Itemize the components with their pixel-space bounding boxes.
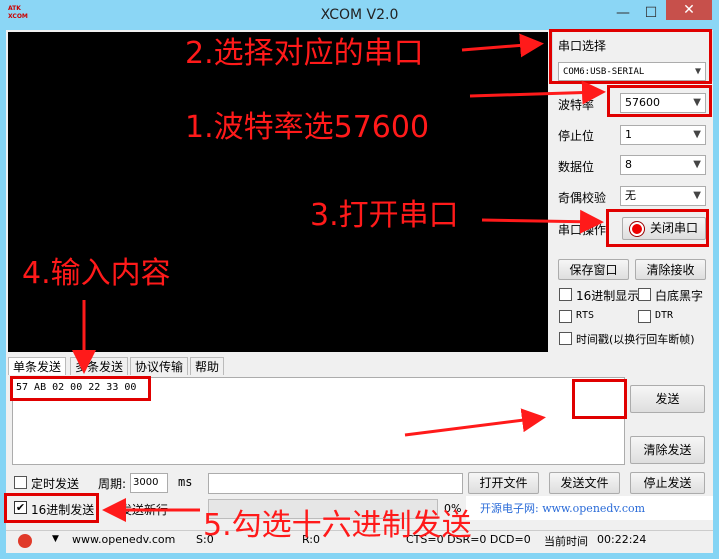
port-operation-label: 串口操作 <box>558 223 607 237</box>
chevron-down-icon: ▼ <box>693 190 701 201</box>
hex-display-label: 16进制显示 <box>576 289 640 303</box>
white-black-checkbox[interactable] <box>638 288 651 301</box>
status-time: 00:22:24 <box>597 533 647 546</box>
save-window-button[interactable]: 保存窗口 <box>558 259 629 280</box>
receive-area[interactable] <box>8 32 548 352</box>
chevron-down-icon: ▼ <box>693 159 701 170</box>
baud-label: 波特率 <box>558 98 595 112</box>
stop-send-button[interactable]: 停止发送 <box>630 472 705 494</box>
chevron-down-icon: ▼ <box>693 129 701 140</box>
annotation-step-4: 4.输入内容 <box>22 256 171 291</box>
dtr-checkbox[interactable] <box>638 310 651 323</box>
stop-bits-select[interactable]: 1 ▼ <box>620 125 706 145</box>
timestamp-label: 时间戳(以换行回车断帧) <box>576 333 695 346</box>
clear-receive-button[interactable]: 清除接收 <box>635 259 706 280</box>
tab-single-send[interactable]: 单条发送 <box>8 357 67 375</box>
highlight-port <box>549 29 712 84</box>
timed-send-label: 定时发送 <box>31 477 80 491</box>
white-black-label: 白底黑字 <box>655 289 704 303</box>
dropdown-icon[interactable]: ▼ <box>52 534 59 544</box>
open-file-button[interactable]: 打开文件 <box>468 472 539 494</box>
minimize-button[interactable]: — <box>612 4 634 22</box>
annotation-step-2: 2.选择对应的串口 <box>185 36 424 71</box>
highlight-send-content <box>10 376 151 401</box>
status-time-label: 当前时间 <box>544 535 588 548</box>
highlight-open-port <box>606 209 709 247</box>
site-banner[interactable]: 开源电子网: www.openedv.com <box>480 500 645 516</box>
parity-select[interactable]: 无 ▼ <box>620 186 706 206</box>
settings-icon[interactable] <box>18 534 32 548</box>
clear-send-button[interactable]: 清除发送 <box>630 436 705 464</box>
data-bits-select[interactable]: 8 ▼ <box>620 155 706 175</box>
highlight-baud <box>607 85 712 117</box>
parity-label: 奇偶校验 <box>558 191 607 205</box>
period-input[interactable]: 3000 <box>130 473 168 493</box>
tab-protocol[interactable]: 协议传输 <box>130 357 189 375</box>
send-file-button[interactable]: 发送文件 <box>549 472 620 494</box>
status-url[interactable]: www.openedv.com <box>72 533 175 546</box>
newline-label: 发送新行 <box>120 503 169 517</box>
tab-help[interactable]: 帮助 <box>190 357 225 375</box>
rts-label: RTS <box>576 310 595 321</box>
timestamp-checkbox[interactable] <box>559 332 572 345</box>
rts-checkbox[interactable] <box>559 310 572 323</box>
highlight-hex-send <box>4 493 99 523</box>
file-path-input[interactable] <box>208 473 463 494</box>
send-button[interactable]: 发送 <box>630 385 705 413</box>
timed-send-checkbox[interactable] <box>14 476 27 489</box>
maximize-button[interactable]: ☐ <box>640 4 662 22</box>
stop-bits-label: 停止位 <box>558 129 595 143</box>
close-button[interactable]: ✕ <box>666 0 712 20</box>
highlight-send-button <box>572 379 627 419</box>
annotation-step-1: 1.波特率选57600 <box>185 110 430 145</box>
hex-display-checkbox[interactable] <box>559 288 572 301</box>
data-bits-label: 数据位 <box>558 160 595 174</box>
annotation-step-3: 3.打开串口 <box>310 198 459 233</box>
period-label: 周期: <box>98 477 127 491</box>
tab-multi-send[interactable]: 多条发送 <box>70 357 129 375</box>
annotation-step-5: 5.勾选十六进制发送 <box>203 508 472 543</box>
dtr-label: DTR <box>655 310 674 321</box>
period-unit: ms <box>178 475 193 489</box>
